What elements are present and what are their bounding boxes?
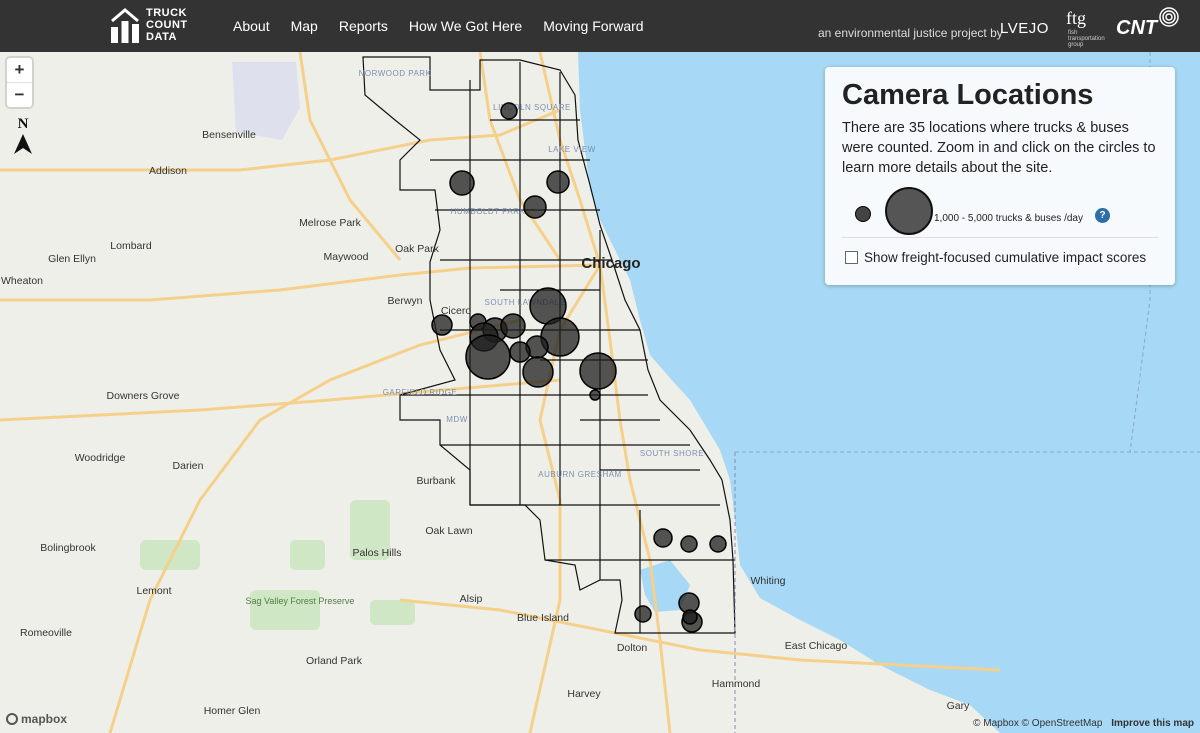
place-label: Bolingbrook [40,542,96,554]
mapbox-logo[interactable]: mapbox [6,712,67,726]
camera-location-marker[interactable] [500,102,518,120]
place-label: Darien [173,460,204,472]
camera-location-marker[interactable] [465,334,511,380]
camera-location-marker[interactable] [589,389,601,401]
place-label: Lemont [136,585,171,597]
place-label: Dolton [617,642,648,654]
camera-location-marker[interactable] [682,609,698,625]
compass: N [12,116,34,160]
place-label: SOUTH SHORE [640,449,704,458]
place-label: Romeoville [20,627,72,639]
place-label: GARFIELD RIDGE [383,388,458,397]
place-label: Glen Ellyn [48,253,96,265]
place-label: Homer Glen [204,705,261,717]
place-label: Oak Lawn [425,525,472,537]
help-icon[interactable]: ? [1095,208,1110,223]
place-label: MDW [446,415,468,424]
zoom-in-button[interactable]: + [7,58,32,83]
place-label: Lombard [110,240,152,252]
place-label: Orland Park [306,655,363,667]
camera-location-marker[interactable] [449,170,475,196]
impact-score-label[interactable]: Show freight-focused cumulative impact s… [864,250,1146,265]
cnt-logo[interactable]: CNT [1116,17,1157,40]
mapbox-icon [6,713,18,725]
nav-how-we-got-here[interactable]: How We Got Here [409,18,522,34]
place-label: Downers Grove [107,390,180,402]
place-label: Maywood [324,251,369,263]
truck-count-logo-icon[interactable] [108,7,142,45]
place-label: Berwyn [387,295,422,307]
nav-about[interactable]: About [233,18,270,34]
attrib-mapbox[interactable]: © Mapbox [973,718,1019,729]
place-label: Harvey [567,688,601,700]
place-label: Palos Hills [352,547,401,559]
north-arrow-icon [14,134,32,154]
size-legend: 1,000 - 5,000 trucks & buses /day ? [825,185,1175,235]
legend-label: 1,000 - 5,000 trucks & buses /day [934,213,1083,224]
lvejo-logo[interactable]: LVEJO [1000,20,1049,37]
camera-location-marker[interactable] [431,314,453,336]
camera-location-marker[interactable] [709,535,727,553]
place-label: Blue Island [517,612,569,624]
place-label: Bensenville [202,129,256,141]
map-attribution: © Mapbox © OpenStreetMap Improve this ma… [973,718,1194,729]
place-label: Chicago [581,255,640,272]
tagline: an environmental justice project by [818,26,1003,40]
place-label: Woodridge [75,452,126,464]
place-label: NORWOOD PARK [359,69,432,78]
top-navbar: TRUCK COUNT DATA About Map Reports How W… [0,0,1200,52]
camera-location-marker[interactable] [509,341,531,363]
panel-title: Camera Locations [842,79,1094,111]
panel-description: There are 35 locations where trucks & bu… [842,120,1156,176]
camera-location-marker[interactable] [653,528,673,548]
nav-moving-forward[interactable]: Moving Forward [543,18,643,34]
place-label: Whiting [750,575,785,587]
camera-location-marker[interactable] [546,170,570,194]
place-label: East Chicago [785,640,848,652]
zoom-control: + − [7,58,32,107]
camera-location-marker[interactable] [680,535,698,553]
impact-score-checkbox[interactable] [845,251,858,264]
nav-map[interactable]: Map [291,18,318,34]
place-label: Sag Valley Forest Preserve [246,596,355,606]
attrib-improve[interactable]: Improve this map [1111,718,1194,729]
attrib-osm[interactable]: © OpenStreetMap [1022,718,1103,729]
camera-location-marker[interactable] [523,195,547,219]
place-label: Hammond [712,678,761,690]
cnt-ring-icon [1159,7,1179,27]
panel-divider [842,237,1158,238]
nav-reports[interactable]: Reports [339,18,388,34]
impact-score-toggle[interactable]: Show freight-focused cumulative impact s… [845,250,1146,265]
ftg-logo[interactable]: ftg [1066,8,1086,29]
legend-large-circle [885,187,933,235]
place-label: Alsip [460,593,483,605]
camera-location-marker[interactable] [579,352,617,390]
place-label: Gary [947,700,971,712]
place-label: Wheaton [1,275,43,287]
place-label: Burbank [416,475,456,487]
legend-panel: Camera Locations There are 35 locations … [825,67,1175,285]
ftg-subtitle: fish transportation group [1068,30,1105,48]
camera-location-marker[interactable] [500,313,526,339]
camera-location-marker[interactable] [522,356,554,388]
camera-location-marker[interactable] [634,605,652,623]
main-nav: About Map Reports How We Got Here Moving… [233,0,665,52]
zoom-out-button[interactable]: − [7,83,32,107]
north-label: N [17,116,29,132]
legend-small-circle [855,206,871,222]
place-label: Addison [149,165,187,177]
place-label: AUBURN GRESHAM [538,470,621,479]
place-label: Melrose Park [299,217,362,229]
place-label: LAKE VIEW [548,145,596,154]
brand-wordmark[interactable]: TRUCK COUNT DATA [146,7,188,43]
place-label: HUMBOLDT PARK [451,207,526,216]
place-label: Oak Park [395,243,440,255]
